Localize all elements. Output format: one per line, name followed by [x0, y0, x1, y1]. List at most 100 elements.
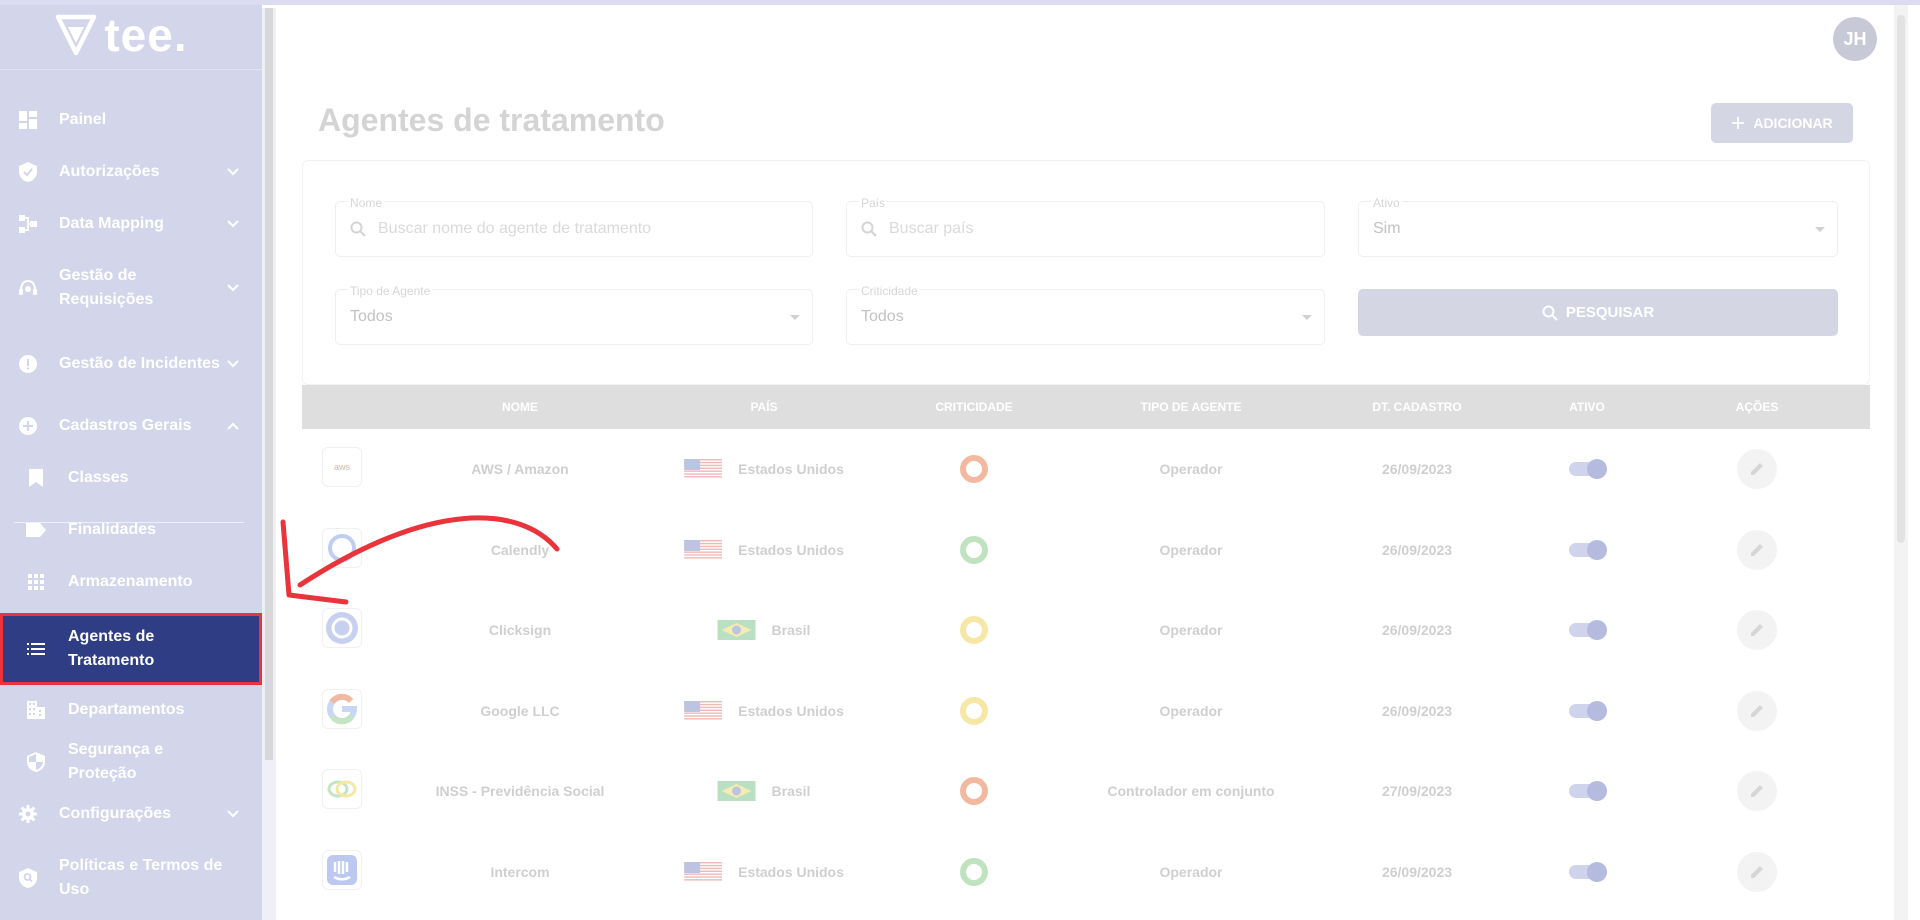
- flag-us-icon: [684, 861, 723, 881]
- top-accent-bar: [0, 0, 1920, 5]
- main-scrollbar[interactable]: [1894, 5, 1908, 920]
- cell-active: [1569, 671, 1607, 751]
- sidebar-item-label: Data Mapping: [59, 215, 164, 232]
- sidebar-item-departamentos[interactable]: Departamentos: [0, 698, 262, 722]
- name-search-placeholder: Buscar nome do agente de tratamento: [378, 220, 652, 237]
- sidebar-item-label: Armazenamento: [68, 573, 193, 590]
- country-name: Estados Unidos: [738, 702, 844, 719]
- edit-button[interactable]: [1737, 449, 1777, 489]
- sidebar-item-autorizacoes[interactable]: Autorizações: [0, 160, 262, 184]
- sidebar-item-data-mapping[interactable]: Data Mapping: [0, 212, 262, 236]
- agent-logo: [322, 769, 362, 809]
- cell-actions: [1737, 671, 1777, 751]
- cell-agent-type: Controlador em conjunto: [1107, 783, 1275, 799]
- column-header-dt-cadastro[interactable]: DT. CADASTRO: [1372, 385, 1461, 429]
- sidebar-item-painel[interactable]: Painel: [0, 108, 262, 132]
- sidebar-item-gestao-incidentes[interactable]: Gestão de Incidentes: [0, 340, 262, 388]
- brand-name: tee.: [104, 8, 188, 61]
- active-toggle[interactable]: [1569, 700, 1607, 721]
- sidebar-item-label: Segurança e Proteção: [68, 741, 164, 782]
- dropdown-caret-icon: [790, 315, 800, 320]
- cell-criticality: [960, 751, 988, 831]
- table-row[interactable]: Clicksign Brasil Operador 26/09/2023: [302, 590, 1870, 670]
- sidebar-scrollbar-thumb[interactable]: [265, 8, 273, 760]
- field-label: País: [859, 196, 888, 210]
- cell-actions: [1737, 429, 1777, 509]
- name-search-field[interactable]: Nome Buscar nome do agente de tratamento: [335, 196, 813, 257]
- column-header-ativo[interactable]: ATIVO: [1569, 385, 1605, 429]
- edit-button[interactable]: [1737, 851, 1777, 892]
- alert-icon: [18, 354, 38, 374]
- table-row[interactable]: Google LLC Estados Unidos Operador 26/09/20…: [302, 671, 1870, 751]
- user-avatar[interactable]: JH: [1833, 17, 1877, 61]
- security-icon: [26, 752, 46, 772]
- plus-icon: [1732, 117, 1745, 129]
- intercom-logo-icon: [327, 854, 357, 885]
- country-name: Brasil: [771, 622, 811, 638]
- sidebar-item-politicas-termos[interactable]: Políticas e Termos de Uso: [0, 854, 262, 902]
- agent-type-select[interactable]: Tipo de Agente Todos: [335, 284, 813, 345]
- edit-button[interactable]: [1737, 610, 1777, 650]
- edit-button[interactable]: [1737, 771, 1777, 811]
- edit-button[interactable]: [1737, 690, 1777, 731]
- sidebar-item-cadastros-gerais[interactable]: Cadastros Gerais: [0, 414, 262, 438]
- sidebar-item-configuracoes[interactable]: Configurações: [0, 802, 262, 826]
- column-header-criticidade[interactable]: CRITICIDADE: [935, 385, 1012, 429]
- sidebar-item-label: Políticas e Termos de Uso: [59, 857, 223, 898]
- active-toggle[interactable]: [1569, 539, 1607, 560]
- active-toggle[interactable]: [1569, 781, 1607, 801]
- sidebar-item-agentes-de-tratamento[interactable]: Agentes de Tratamento: [0, 613, 262, 685]
- edit-button[interactable]: [1737, 529, 1777, 570]
- add-button[interactable]: ADICIONAR: [1711, 103, 1853, 143]
- sidebar-item-finalidades[interactable]: Finalidades: [0, 518, 262, 542]
- cell-active: [1569, 429, 1607, 509]
- gear-icon: [18, 804, 38, 824]
- field-label: Ativo: [1371, 196, 1402, 210]
- chevron-up-icon: [227, 422, 239, 430]
- dashboard-icon: [18, 110, 38, 130]
- agent-logo: [322, 608, 362, 648]
- brand-logo[interactable]: tee.: [0, 0, 262, 70]
- cell-country: Brasil: [717, 751, 810, 831]
- criticality-indicator-icon: [960, 777, 988, 805]
- country-name: Estados Unidos: [738, 541, 844, 558]
- cell-name: Google LLC: [480, 702, 560, 719]
- table-row[interactable]: INSS - Previdência Social Brasil Controlad…: [302, 751, 1870, 831]
- add-button-label: ADICIONAR: [1753, 115, 1833, 131]
- country-search-field[interactable]: País Buscar país: [846, 196, 1325, 257]
- active-toggle[interactable]: [1569, 459, 1607, 479]
- criticality-indicator-icon: [960, 857, 988, 886]
- sidebar-item-armazenamento[interactable]: Armazenamento: [0, 570, 262, 594]
- cell-registration-date: 26/09/2023: [1381, 461, 1453, 477]
- table-row[interactable]: Calendly Estados Unidos Operador 26/09/2023: [302, 510, 1870, 590]
- sidebar-item-label: Finalidades: [68, 521, 157, 538]
- search-button-label: PESQUISAR: [1565, 304, 1655, 321]
- cell-registration-date: 26/09/2023: [1381, 863, 1453, 880]
- toggle-knob: [1587, 620, 1607, 640]
- column-header-pais[interactable]: PAÍS: [750, 385, 777, 429]
- sidebar-item-classes[interactable]: Classes: [0, 466, 262, 490]
- table-row[interactable]: Intercom Estados Unidos Operador 26/09/2023: [302, 832, 1870, 912]
- active-toggle[interactable]: [1569, 620, 1607, 640]
- building-icon: [26, 700, 46, 720]
- main-scrollbar-thumb[interactable]: [1897, 15, 1905, 543]
- column-header-nome[interactable]: NOME: [502, 385, 538, 429]
- table-row[interactable]: aws AWS / Amazon Estados Unidos Operador 26/…: [302, 429, 1870, 509]
- search-button[interactable]: PESQUISAR: [1358, 289, 1838, 336]
- sidebar-item-gestao-requisicoes[interactable]: Gestão de Requisições: [0, 264, 262, 312]
- sidebar-scrollbar[interactable]: [262, 8, 276, 920]
- sidebar-item-seguranca-protecao[interactable]: Segurança e Proteção: [0, 741, 262, 782]
- support-agent-icon: [18, 278, 38, 298]
- criticality-select[interactable]: Criticidade Todos: [846, 284, 1325, 345]
- shield-check-icon: [18, 162, 38, 182]
- cell-active: [1569, 590, 1607, 670]
- sidebar-item-label: Classes: [68, 469, 129, 486]
- cell-agent-type: Operador: [1159, 541, 1223, 558]
- column-header-acoes: AÇÕES: [1735, 400, 1779, 414]
- active-toggle[interactable]: [1569, 861, 1607, 882]
- bookmark-icon: [26, 468, 46, 488]
- active-select[interactable]: Ativo Sim: [1358, 196, 1838, 257]
- filters-panel: [302, 160, 1870, 385]
- chevron-down-icon: [227, 360, 239, 368]
- column-header-tipo-agente[interactable]: TIPO DE AGENTE: [1141, 385, 1242, 429]
